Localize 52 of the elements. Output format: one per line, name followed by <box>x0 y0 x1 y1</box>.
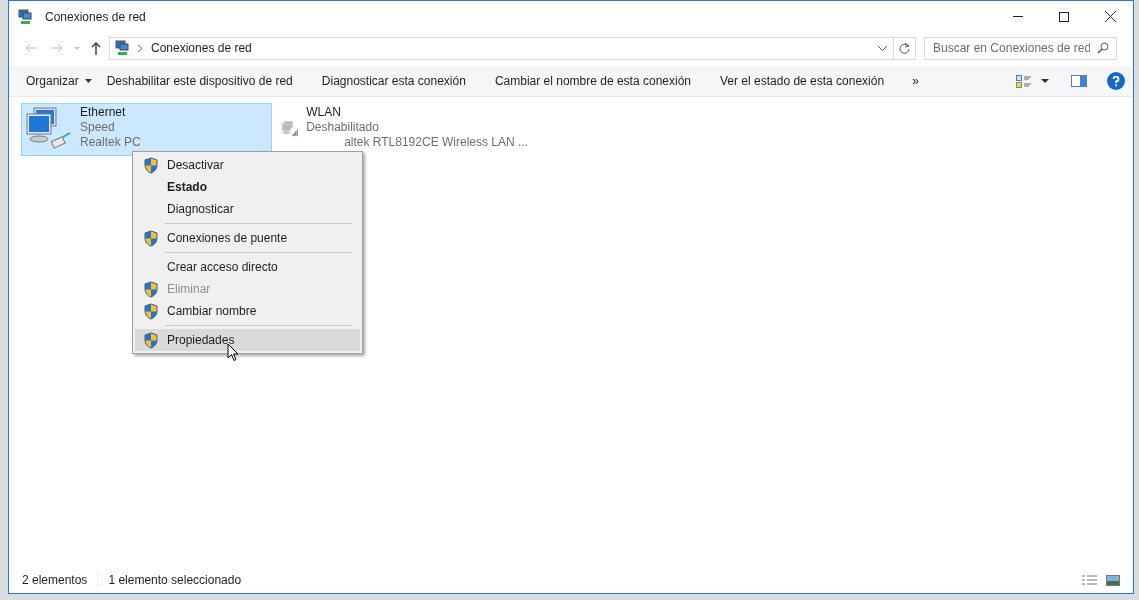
details-view-icon <box>1016 74 1031 88</box>
toolbar-button[interactable]: Cambiar el nombre de esta conexión <box>486 68 699 94</box>
connection-status: Deshabilitado <box>306 120 380 135</box>
menu-item[interactable]: Diagnosticar <box>135 198 360 220</box>
thumbnail-icon <box>1106 574 1120 586</box>
dropdown-chevron-icon <box>878 45 887 51</box>
caret-icon <box>1041 79 1049 83</box>
shield-icon <box>143 302 159 320</box>
preview-pane-icon <box>1071 75 1087 87</box>
menu-item[interactable]: Cambiar nombre <box>135 300 360 322</box>
search-field[interactable]: Buscar en Conexiones de red <box>924 36 1117 60</box>
forward-arrow-icon <box>51 43 63 53</box>
adapter-name: altek RTL8192CE Wireless LAN ... <box>344 135 528 150</box>
address-field[interactable]: Conexiones de red <box>109 36 916 60</box>
window-title: Conexiones de red <box>45 8 146 26</box>
network-folder-icon <box>17 8 33 25</box>
up-arrow-icon <box>91 41 101 55</box>
refresh-icon <box>899 42 910 54</box>
address-path: Conexiones de red <box>151 40 252 57</box>
menu-item[interactable]: Propiedades <box>135 329 360 351</box>
more-commands-button[interactable]: » <box>905 68 926 94</box>
toolbar-button[interactable]: Diagnosticar esta conexión <box>313 68 474 94</box>
menu-item[interactable]: Desactivar <box>135 154 360 176</box>
chevron-icon <box>138 44 142 52</box>
menu-item[interactable]: Conexiones de puente <box>135 227 360 249</box>
shield-icon <box>143 280 159 298</box>
connection-name: WLAN <box>306 105 342 120</box>
item-count: 2 elementos <box>22 572 88 589</box>
shield-icon <box>143 156 159 174</box>
caret-icon <box>84 79 92 83</box>
caret-icon <box>74 46 80 50</box>
search-icon <box>1097 41 1109 54</box>
help-button[interactable] <box>1107 72 1125 90</box>
toolbar-button[interactable]: Deshabilitar este dispositivo de red <box>98 68 301 94</box>
minimize-icon <box>1013 16 1023 17</box>
details-list-icon <box>1081 574 1097 586</box>
menu-item[interactable]: Estado <box>135 176 360 198</box>
shield-icon <box>143 331 159 349</box>
adapter-name: Realtek PC <box>80 135 141 150</box>
help-icon <box>1112 75 1120 87</box>
selection-status: 1 elemento seleccionado <box>108 572 242 589</box>
maximize-icon <box>1059 11 1069 22</box>
connection-name: Ethernet <box>80 105 127 120</box>
connection-status: Speed <box>80 120 116 135</box>
network-folder-icon <box>114 40 130 56</box>
menu-item[interactable]: Crear acceso directo <box>135 256 360 278</box>
toolbar-button[interactable]: Ver el estado de esta conexión <box>712 68 893 94</box>
organize-menu-button[interactable]: Organizar <box>19 68 99 94</box>
back-arrow-icon <box>25 43 37 53</box>
shield-icon <box>143 229 159 247</box>
connection-item[interactable]: Ethernet Speed Realtek PC <box>21 103 272 156</box>
close-icon <box>1104 11 1116 22</box>
